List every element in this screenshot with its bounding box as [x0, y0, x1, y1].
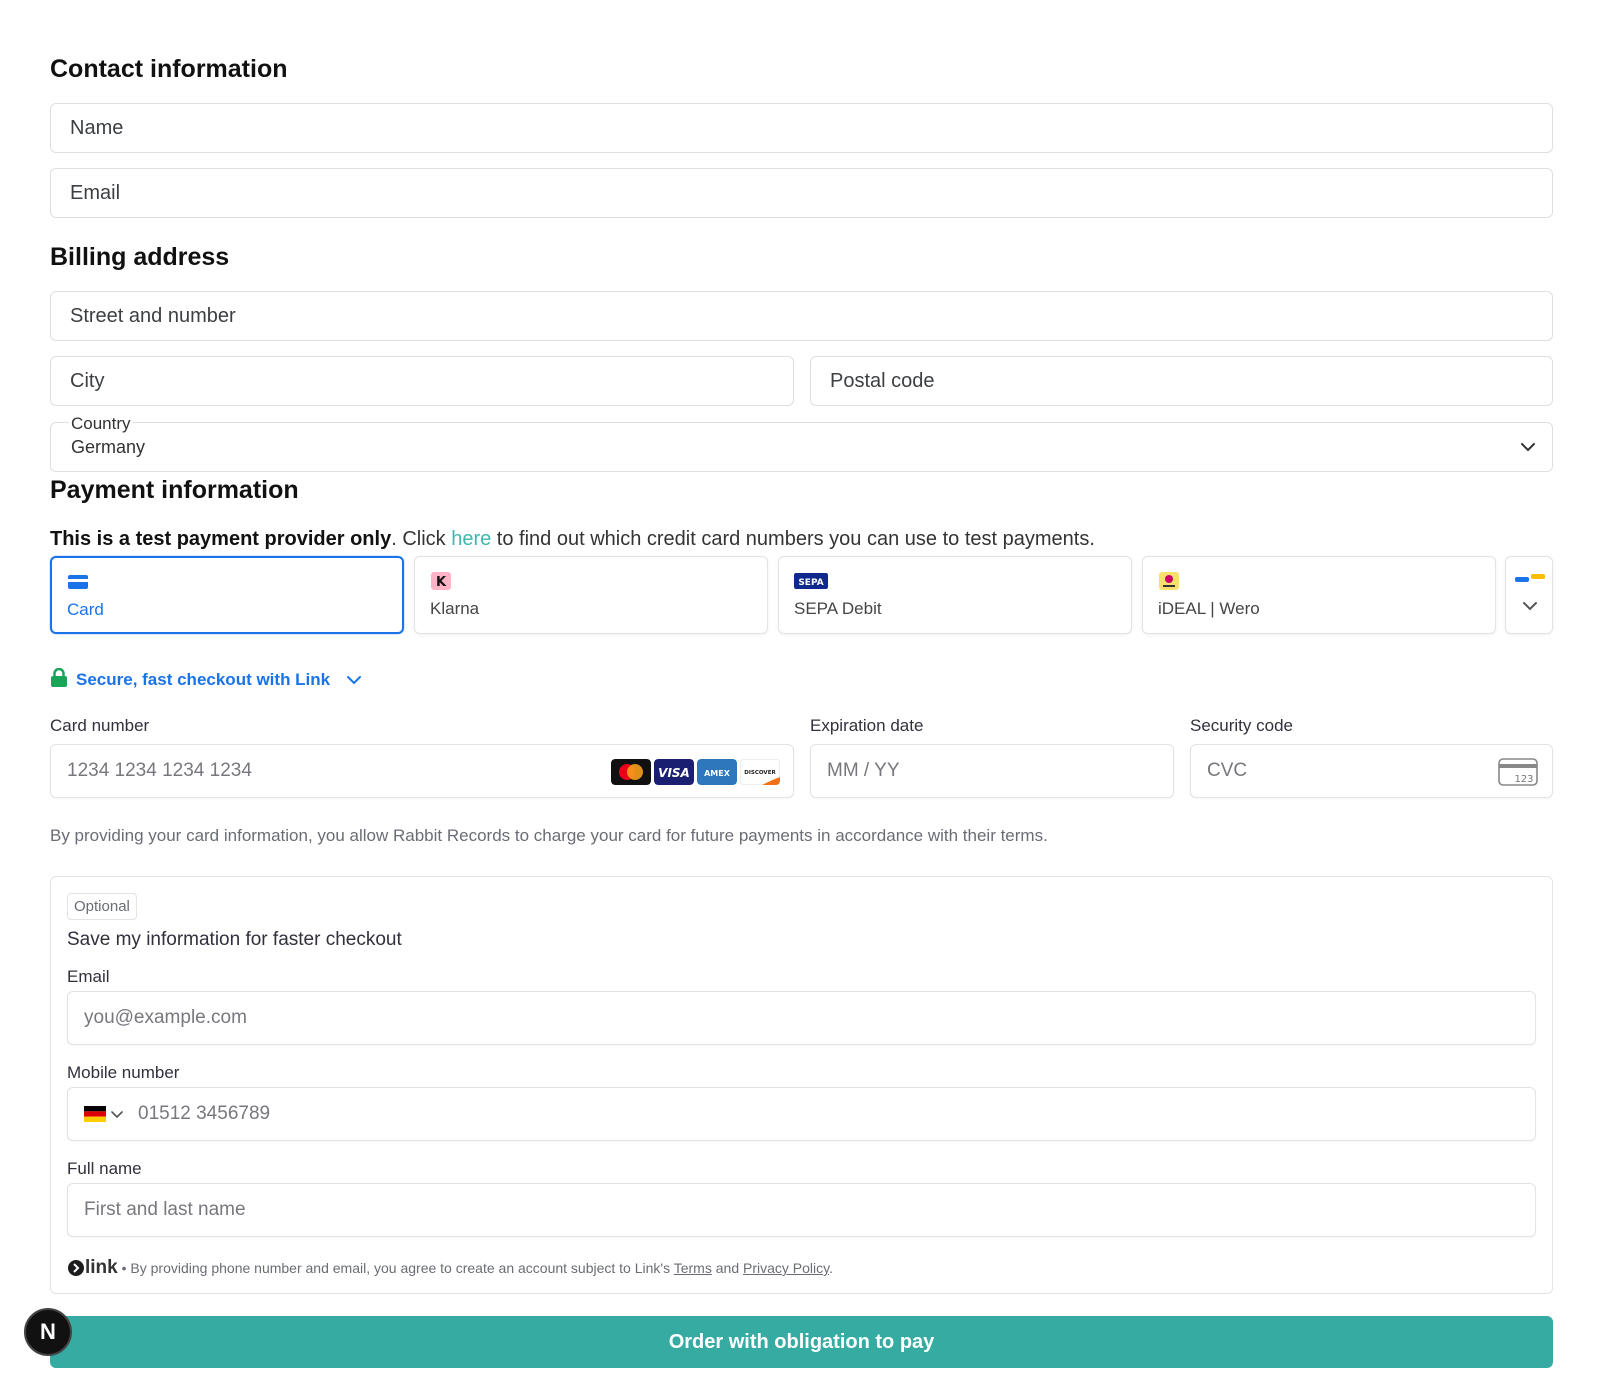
name-field[interactable]: [50, 103, 1553, 153]
payment-method-ideal[interactable]: iDEAL | Wero: [1142, 556, 1496, 634]
lock-icon: [51, 667, 67, 687]
billing-heading: Billing address: [50, 243, 230, 271]
chevron-down-icon: [346, 676, 361, 685]
amex-icon: AMEX: [697, 759, 737, 785]
payment-heading: Payment information: [50, 476, 299, 504]
optional-badge: Optional: [67, 893, 137, 920]
visa-icon: VISA: [654, 759, 694, 785]
expiry-input[interactable]: [811, 745, 1173, 797]
cvc-icon-text: 123: [1514, 774, 1533, 785]
note-pre: . Click: [391, 528, 452, 550]
more-methods-icon: [1515, 574, 1545, 582]
cvc-field[interactable]: 123: [1190, 744, 1553, 798]
link-checkout-label: Secure, fast checkout with Link: [76, 670, 331, 689]
name-input[interactable]: [51, 104, 1552, 152]
svg-text:K: K: [436, 575, 447, 590]
klarna-icon: K: [431, 572, 451, 590]
germany-flag-icon: [84, 1106, 106, 1122]
link-terms-end: .: [829, 1260, 833, 1276]
email-field[interactable]: [50, 168, 1553, 218]
postal-code-field[interactable]: [810, 356, 1553, 406]
sepa-icon: SEPA: [794, 573, 828, 589]
privacy-policy-link[interactable]: Privacy Policy: [743, 1260, 829, 1276]
cvc-card-icon: 123: [1498, 758, 1538, 786]
payment-method-label: Card: [67, 600, 104, 619]
link-email-label: Email: [67, 967, 110, 986]
terms-link[interactable]: Terms: [674, 1260, 712, 1276]
note-post: to find out which credit card numbers yo…: [491, 528, 1095, 550]
payment-method-klarna[interactable]: K Klarna: [414, 556, 768, 634]
payment-method-card[interactable]: Card: [50, 556, 404, 634]
link-checkout-toggle[interactable]: Secure, fast checkout with Link: [50, 667, 363, 690]
chevron-down-icon: [111, 1111, 123, 1119]
full-name-field[interactable]: [67, 1183, 1536, 1237]
svg-text:SEPA: SEPA: [798, 578, 823, 588]
card-number-label: Card number: [50, 716, 150, 735]
test-provider-note: This is a test payment provider only. Cl…: [50, 528, 1095, 551]
order-button[interactable]: Order with obligation to pay: [50, 1316, 1553, 1368]
country-code-selector[interactable]: [84, 1106, 128, 1124]
payment-method-label: Klarna: [430, 599, 480, 618]
email-input[interactable]: [51, 169, 1552, 217]
card-number-field[interactable]: VISA AMEX DISCOVER: [50, 744, 794, 798]
discover-icon: DISCOVER: [740, 759, 780, 785]
link-terms-note: link • By providing phone number and ema…: [67, 1257, 833, 1279]
note-bold: This is a test payment provider only: [50, 528, 392, 550]
card-icon: [68, 575, 88, 589]
visa-text: VISA: [658, 766, 690, 780]
full-name-input[interactable]: [68, 1184, 1535, 1236]
street-field[interactable]: [50, 291, 1553, 341]
mobile-number-field[interactable]: [67, 1087, 1536, 1141]
next-js-dev-badge[interactable]: N: [24, 1308, 72, 1356]
payment-method-label: iDEAL | Wero: [1158, 599, 1260, 618]
chevron-down-icon: [1521, 443, 1535, 452]
cvc-label: Security code: [1190, 716, 1293, 735]
mobile-number-label: Mobile number: [67, 1063, 180, 1082]
payment-method-label: SEPA Debit: [794, 599, 882, 618]
link-terms-and: and: [711, 1260, 743, 1276]
link-email-input[interactable]: [68, 992, 1535, 1044]
country-label: Country: [69, 414, 133, 434]
payment-method-sepa[interactable]: SEPA SEPA Debit: [778, 556, 1132, 634]
test-cards-link[interactable]: here: [451, 528, 491, 550]
link-email-field[interactable]: [67, 991, 1536, 1045]
country-select[interactable]: Country Germany: [50, 414, 1553, 472]
mobile-number-input[interactable]: [68, 1088, 1535, 1140]
postal-code-input[interactable]: [811, 357, 1552, 405]
street-input[interactable]: [51, 292, 1552, 340]
link-terms-pre: • By providing phone number and email, y…: [117, 1260, 674, 1276]
contact-heading: Contact information: [50, 55, 288, 83]
chevron-down-icon: [1523, 602, 1537, 611]
ideal-icon: [1159, 572, 1179, 590]
link-brand-text: link: [85, 1257, 118, 1278]
link-save-title: Save my information for faster checkout: [67, 929, 402, 950]
link-save-panel: Optional Save my information for faster …: [50, 876, 1553, 1294]
discover-text: DISCOVER: [744, 770, 776, 776]
more-payment-methods-button[interactable]: [1505, 556, 1553, 634]
expiry-field[interactable]: [810, 744, 1174, 798]
country-value: Germany: [71, 437, 146, 457]
city-input[interactable]: [51, 357, 793, 405]
amex-text: AMEX: [704, 769, 731, 778]
expiry-label: Expiration date: [810, 716, 924, 735]
city-field[interactable]: [50, 356, 794, 406]
card-authorization-text: By providing your card information, you …: [50, 826, 1048, 845]
mastercard-icon: [611, 759, 651, 785]
full-name-label: Full name: [67, 1159, 142, 1178]
link-logo-icon: [68, 1260, 84, 1276]
